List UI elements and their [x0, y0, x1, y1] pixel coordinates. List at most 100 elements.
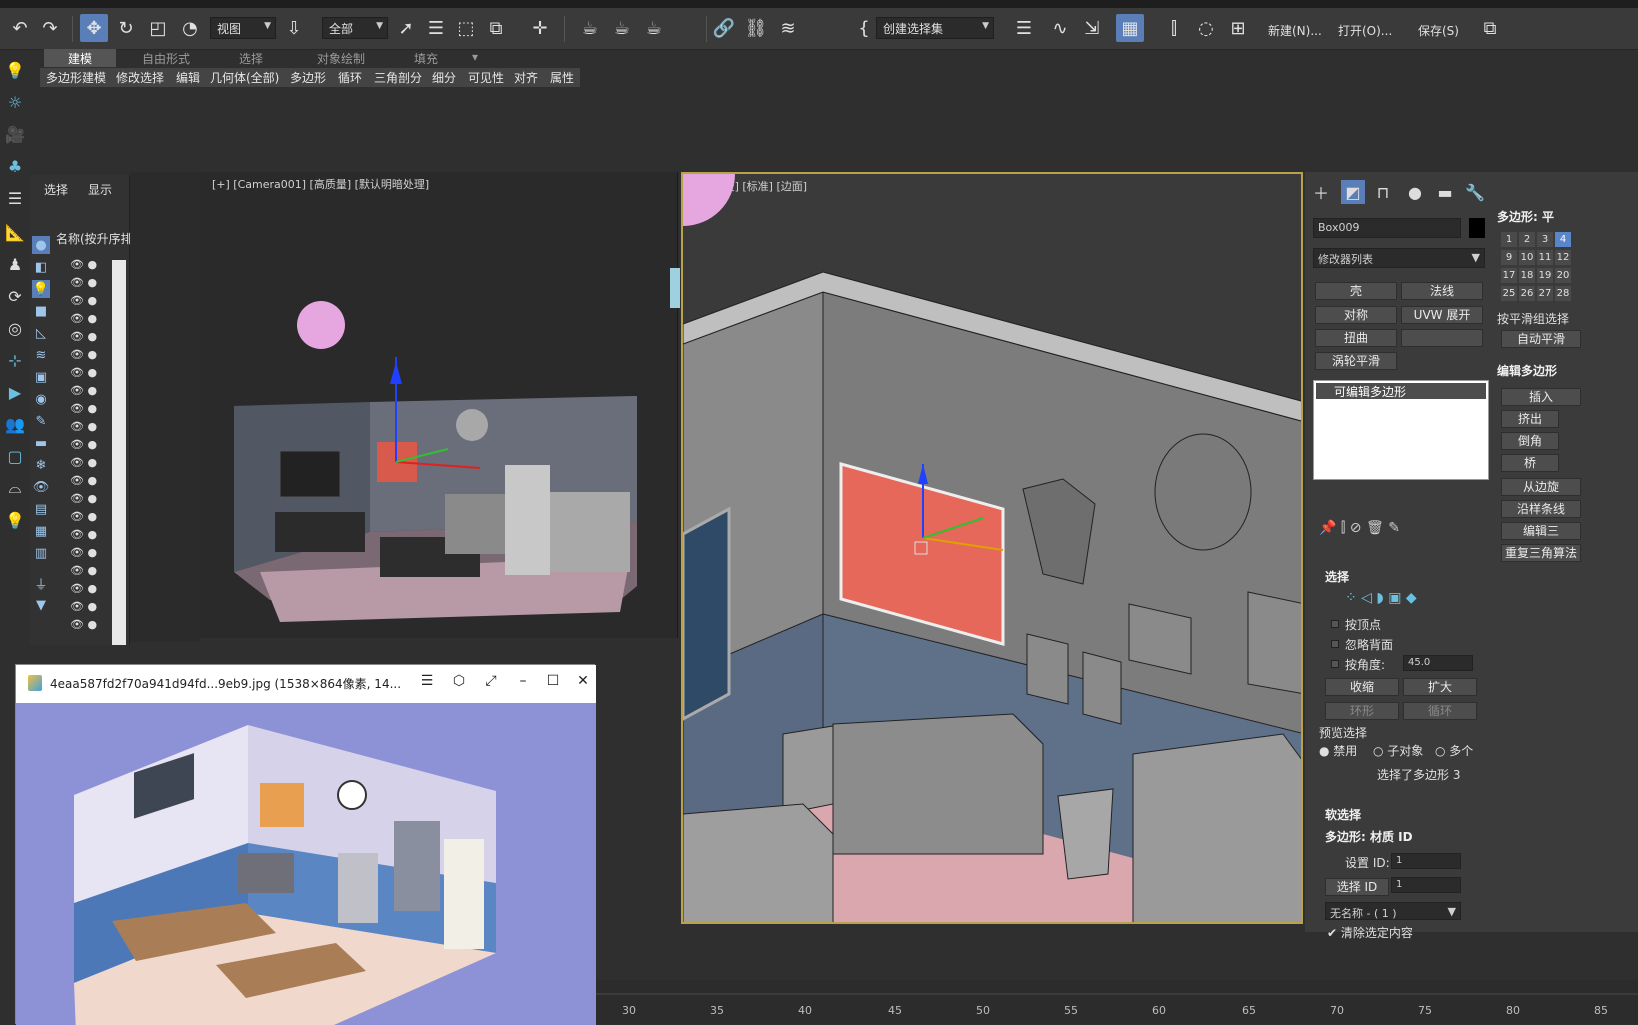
teapot-render-icon[interactable]: ☕ [576, 14, 604, 42]
view-dropdown[interactable]: 视图 ▼ [210, 17, 276, 39]
smoothing-group-cell[interactable]: 9 [1501, 250, 1517, 265]
ring-button[interactable]: 环形 [1325, 702, 1399, 720]
open-button[interactable]: 打开(O)... [1338, 22, 1392, 39]
select-object-icon[interactable]: ➚ [392, 14, 420, 42]
redo-icon[interactable]: ↷ [36, 14, 64, 42]
subobject-level-icons[interactable]: ⁘ ◁ ◗ ▣ ◆ [1345, 590, 1417, 606]
shape-filter-icon[interactable]: ◧ [32, 258, 50, 276]
curve-editor-icon[interactable]: ∿ [1046, 14, 1074, 42]
funnel-icon[interactable]: ⏚ [32, 574, 50, 593]
select-by-smooth-group-button[interactable]: 按平滑组选择 [1497, 310, 1569, 327]
ribbon-item[interactable]: 对齐 [514, 69, 538, 86]
tree-icon[interactable]: ♣ [3, 154, 27, 178]
visibility-icon[interactable]: 👁 ● [70, 528, 110, 544]
array-icon[interactable]: ◌ [1192, 14, 1220, 42]
xref-filter-icon[interactable]: ◉ [32, 390, 50, 408]
tab-populate[interactable]: 填充 [396, 49, 456, 67]
pin-icon[interactable]: ⬡ [448, 673, 470, 693]
bone-filter-icon[interactable]: ✎ [32, 412, 50, 430]
hidden-filter-icon[interactable]: 👁 [32, 478, 50, 496]
all-filter-icon[interactable]: ▦ [32, 522, 50, 540]
soft-selection-rollout-header[interactable]: 软选择 [1325, 806, 1361, 823]
visibility-icon[interactable]: 👁 ● [70, 402, 110, 418]
tab-modeling[interactable]: 建模 [44, 49, 116, 67]
smoothing-group-cell[interactable]: 26 [1519, 286, 1535, 301]
stack-item-editable-poly[interactable]: 可编辑多边形 [1316, 383, 1486, 399]
window-crossing-icon[interactable]: ⧉ [482, 14, 510, 42]
turbosmooth-button[interactable]: 涡轮平滑 [1315, 352, 1397, 370]
smoothing-group-cell[interactable]: 2 [1519, 232, 1535, 247]
visibility-icon[interactable]: 👁 ● [70, 564, 110, 580]
smoothing-group-cell[interactable]: 4 [1555, 232, 1571, 247]
visibility-icon[interactable]: 👁 ● [70, 456, 110, 472]
rotate-icon[interactable]: ↻ [112, 14, 140, 42]
group-filter-icon[interactable]: ▣ [32, 368, 50, 386]
named-selection-dropdown[interactable]: 创建选择集 ▼ [876, 17, 994, 39]
new-button[interactable]: 新建(N)... [1268, 22, 1322, 39]
visibility-icon[interactable]: 👁 ● [70, 294, 110, 310]
visibility-icon[interactable]: 👁 ● [70, 582, 110, 598]
maximize-icon[interactable]: ☐ [542, 673, 564, 693]
frame-icon[interactable]: ▢ [3, 444, 27, 468]
none-filter-icon[interactable]: ▥ [32, 544, 50, 562]
bridge-button[interactable]: 桥 [1501, 454, 1559, 472]
spacewarp-filter-icon[interactable]: ≋ [32, 346, 50, 364]
mirror-icon[interactable]: ⫿ [1160, 14, 1188, 42]
visibility-icon[interactable]: 👁 ● [70, 546, 110, 562]
ribbon-item[interactable]: 编辑 [176, 69, 200, 86]
visibility-icon[interactable]: 👁 ● [70, 330, 110, 346]
auto-smooth-button[interactable]: 自动平滑 [1501, 330, 1581, 348]
smoothing-groups-header[interactable]: 多边形: 平 [1497, 208, 1554, 225]
material-name-dropdown[interactable]: 无名称 - ( 1 ) ▼ [1325, 902, 1461, 920]
workspace-icon[interactable]: ⧉ [1476, 14, 1504, 42]
smoothing-group-cell[interactable]: 11 [1537, 250, 1553, 265]
material-id-rollout-header[interactable]: 多边形: 材质 ID [1325, 828, 1413, 845]
stack-tools-icons[interactable]: 📌 ⫿ ⊘ 🗑 ✎ [1319, 520, 1400, 536]
smoothing-group-cell[interactable]: 28 [1555, 286, 1571, 301]
filter-dropdown[interactable]: 全部 ▼ [322, 17, 388, 39]
bulb-icon[interactable]: 💡 [3, 508, 27, 532]
ribbon-item[interactable]: 几何体(全部) [210, 69, 279, 86]
minimize-icon[interactable]: – [512, 673, 534, 693]
modifier-stack[interactable]: 可编辑多边形 [1313, 380, 1489, 480]
angle-spinner[interactable]: 45.0 [1403, 655, 1473, 671]
set-id-spinner[interactable]: 1 [1391, 853, 1461, 869]
play-icon[interactable]: ▶ [3, 380, 27, 404]
scene-tab-select[interactable]: 选择 [44, 181, 68, 198]
layer-icon[interactable]: ☰ [1010, 14, 1038, 42]
ribbon-item[interactable]: 多边形建模 [46, 69, 106, 86]
smoothing-group-cell[interactable]: 20 [1555, 268, 1571, 283]
layer-filter-icon[interactable]: ▤ [32, 500, 50, 518]
unlink-icon[interactable]: ⛓ [742, 14, 770, 42]
modify-tab-icon[interactable]: ◩ [1341, 180, 1365, 204]
visibility-icon[interactable]: 👁 ● [70, 348, 110, 364]
insert-button[interactable]: 插入 [1501, 388, 1581, 406]
scene-scrollbar[interactable] [112, 260, 126, 645]
hierarchy-tab-icon[interactable]: ⊓ [1371, 180, 1395, 204]
preview-subobject-radio[interactable]: ○ 子对象 [1373, 742, 1423, 759]
twist-button[interactable]: 扭曲 [1315, 329, 1397, 347]
clear-selection-checkbox[interactable]: ✔ 清除选定内容 [1327, 924, 1413, 941]
visibility-icon[interactable]: 👁 ● [70, 438, 110, 454]
visibility-icon[interactable]: 👁 ● [70, 618, 110, 634]
visibility-icon[interactable]: 👁 ● [70, 276, 110, 292]
rect-select-icon[interactable]: ⬚ [452, 14, 480, 42]
create-tab-icon[interactable]: ＋ [1309, 180, 1333, 204]
ribbon-item[interactable]: 可见性 [468, 69, 504, 86]
smoothing-group-cell[interactable]: 19 [1537, 268, 1553, 283]
camera-filter-icon[interactable]: ■ [32, 302, 50, 320]
smoothing-group-cell[interactable]: 17 [1501, 268, 1517, 283]
extrude-button[interactable]: 挤出 [1501, 410, 1559, 428]
helper-filter-icon[interactable]: ◺ [32, 324, 50, 342]
symmetry-button[interactable]: 对称 [1315, 306, 1397, 324]
bevel-button[interactable]: 倒角 [1501, 432, 1559, 450]
object-color-swatch[interactable] [1469, 218, 1485, 238]
dope-sheet-icon[interactable]: ⇲ [1078, 14, 1106, 42]
snap-icon[interactable]: ⊹ [3, 348, 27, 372]
normal-button[interactable]: 法线 [1401, 282, 1483, 300]
ribbon-item[interactable]: 细分 [432, 69, 456, 86]
uvw-unwrap-button[interactable]: UVW 展开 [1401, 306, 1483, 324]
move-icon[interactable]: ✥ [80, 14, 108, 42]
preview-disabled-radio[interactable]: ● 禁用 [1319, 742, 1357, 759]
hat-icon[interactable]: ⌓ [3, 476, 27, 500]
